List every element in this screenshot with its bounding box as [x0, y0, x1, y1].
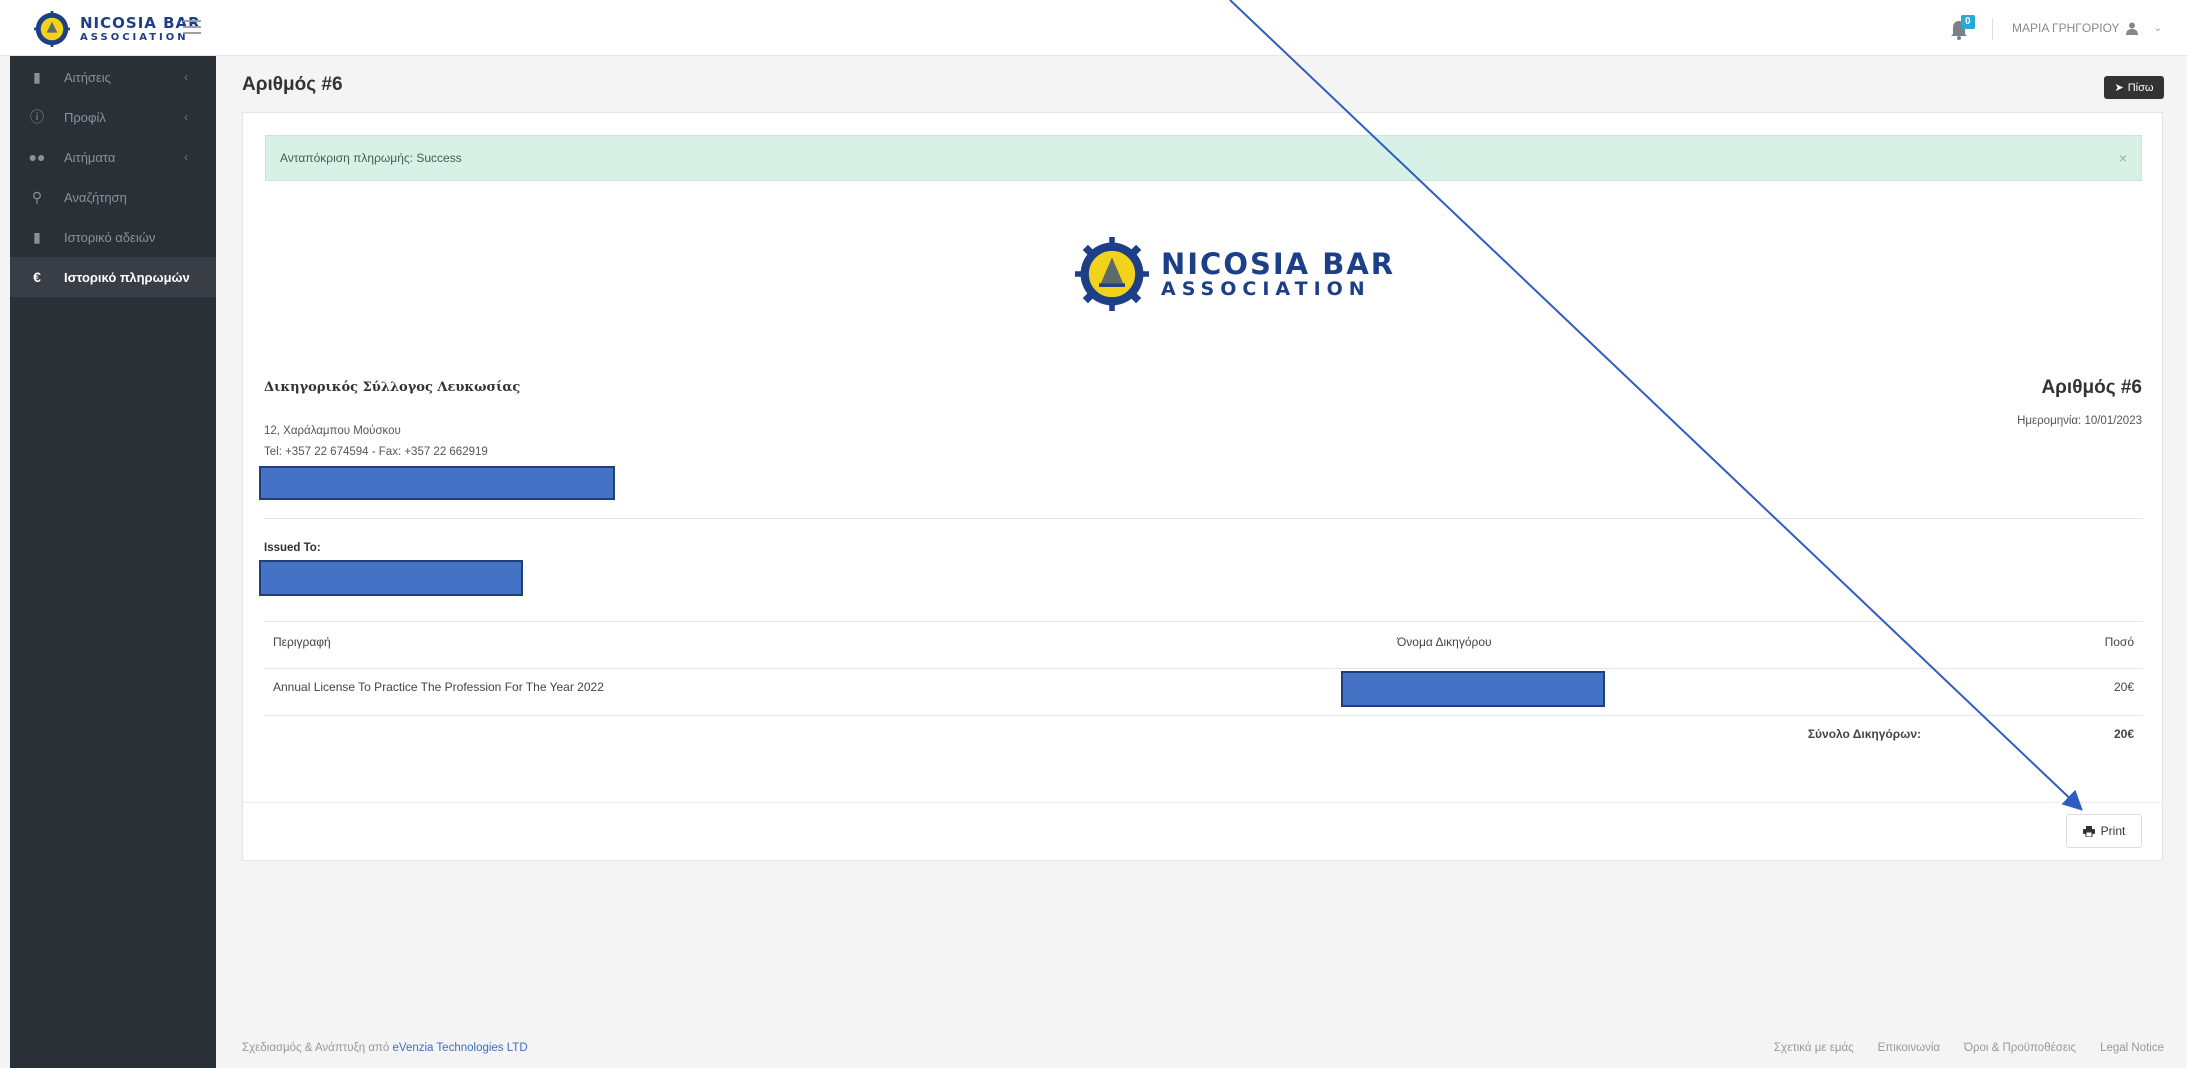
sidebar-item-label: Αναζήτηση	[64, 189, 127, 205]
bar-association-seal-icon	[34, 11, 70, 47]
logo-title-line2: ASSOCIATION	[1161, 277, 1371, 300]
credit-prefix: Σχεδιασμός & Ανάπτυξη από	[242, 1042, 390, 1054]
divider	[264, 518, 2143, 519]
column-header-amount: Ποσό	[2104, 635, 2134, 649]
menu-toggle-icon[interactable]	[183, 20, 201, 34]
sidebar-item-profile[interactable]: ⓘ Προφίλ ‹	[10, 97, 216, 137]
sidebar-item-requests[interactable]: ●● Αιτήματα ‹	[10, 137, 216, 177]
user-menu[interactable]: ΜΑΡΙΑ ΓΡΗΓΟΡΙΟΥ ⌄	[2012, 21, 2162, 35]
chevron-down-icon: ⌄	[2153, 22, 2162, 34]
sidebar-item-label: Ιστορικό πληρωμών	[64, 269, 190, 285]
contact-line: Tel: +357 22 674594 - Fax: +357 22 66291…	[264, 446, 488, 458]
document-icon: ▮	[33, 228, 41, 245]
top-navbar: NICOSIA BAR ASSOCIATION 0 ΜΑΡΙΑ ΓΡΗΓΟΡΙΟ…	[0, 0, 2187, 56]
total-value: 20€	[2113, 727, 2134, 741]
back-button[interactable]: ➤ Πίσω	[2104, 76, 2164, 99]
bar-association-seal-icon	[1075, 237, 1149, 311]
issued-to-label: Issued To:	[264, 542, 321, 554]
table-header: Περιγραφή Όνομα Δικηγόρου Ποσό	[264, 635, 2143, 659]
chevron-left-icon: ‹	[184, 150, 188, 164]
invoice-date: Ημερομηνία: 10/01/2023	[2017, 415, 2142, 427]
invoice-logo: NICOSIA BAR ASSOCIATION	[1075, 237, 1395, 311]
brand-name-line2: ASSOCIATION	[80, 31, 189, 43]
footer-link-legal-notice[interactable]: Legal Notice	[2100, 1042, 2164, 1054]
page-footer: Σχεδιασμός & Ανάπτυξη από eVenzia Techno…	[216, 1028, 2187, 1068]
arrow-circle-left-icon: ➤	[2114, 82, 2124, 94]
credit-link[interactable]: eVenzia Technologies LTD	[393, 1042, 528, 1054]
brand-logo[interactable]: NICOSIA BAR ASSOCIATION	[34, 11, 201, 47]
redacted-block	[1341, 671, 1605, 707]
sidebar-item-label: Ιστορικό αδειών	[64, 229, 156, 245]
printer-icon	[2082, 825, 2095, 837]
alert-text: Ανταπόκριση πληρωμής: Success	[280, 151, 462, 165]
divider	[264, 668, 2143, 669]
organization-address: 12, Χαράλαμπου Μούσκου Tel: +357 22 6745…	[264, 421, 488, 463]
table-row: Annual License To Practice The Professio…	[264, 680, 2143, 704]
euro-icon: €	[33, 269, 41, 285]
chevron-left-icon: ‹	[184, 70, 188, 84]
invoice-card: Ανταπόκριση πληρωμής: Success × NICOSIA …	[242, 112, 2163, 861]
chevron-left-icon: ‹	[184, 110, 188, 124]
divider	[264, 715, 2143, 716]
footer-credit: Σχεδιασμός & Ανάπτυξη από eVenzia Techno…	[242, 1042, 528, 1054]
footer-link-contact[interactable]: Επικοινωνία	[1878, 1042, 1940, 1054]
sidebar-item-payment-history[interactable]: € Ιστορικό πληρωμών	[10, 257, 216, 297]
invoice-number: Αριθμός #6	[2041, 377, 2142, 398]
logo-title-line1: NICOSIA BAR	[1161, 246, 1396, 281]
info-icon: ⓘ	[30, 109, 44, 125]
sidebar: ▮ Αιτήσεις ‹ ⓘ Προφίλ ‹ ●● Αιτήματα ‹ ⚲ …	[10, 56, 216, 1068]
footer-links: Σχετικά με εμάς Επικοινωνία Όροι & Προϋπ…	[1774, 1042, 2164, 1054]
sidebar-item-search[interactable]: ⚲ Αναζήτηση	[10, 177, 216, 217]
footer-link-about[interactable]: Σχετικά με εμάς	[1774, 1042, 1854, 1054]
users-icon: ●●	[28, 149, 46, 165]
user-name: ΜΑΡΙΑ ΓΡΗΓΟΡΙΟΥ	[2012, 21, 2120, 35]
divider	[264, 621, 2143, 622]
redacted-block	[259, 560, 523, 596]
card-footer-divider	[243, 802, 2162, 803]
column-header-lawyer: Όνομα Δικηγόρου	[1397, 635, 1492, 649]
page-title: Αριθμός #6	[242, 74, 343, 95]
navbar-divider	[1992, 18, 1993, 40]
address-line: 12, Χαράλαμπου Μούσκου	[264, 425, 401, 437]
notification-count-badge: 0	[1961, 15, 1975, 29]
row-description: Annual License To Practice The Professio…	[273, 680, 604, 694]
payment-response-alert: Ανταπόκριση πληρωμής: Success ×	[265, 135, 2142, 181]
search-icon: ⚲	[31, 188, 43, 205]
back-button-label: Πίσω	[2127, 81, 2154, 94]
total-label: Σύνολο Δικηγόρων:	[1807, 727, 1921, 741]
table-total-row: Σύνολο Δικηγόρων: 20€	[264, 727, 2143, 751]
print-button[interactable]: Print	[2066, 814, 2142, 848]
sidebar-item-label: Αιτήσεις	[64, 69, 111, 85]
sidebar-item-label: Αιτήματα	[64, 149, 116, 165]
sidebar-item-applications[interactable]: ▮ Αιτήσεις ‹	[10, 57, 216, 97]
row-amount: 20€	[2113, 680, 2134, 694]
organization-name: Δικηγορικός Σύλλογος Λευκωσίας	[264, 380, 521, 395]
close-icon[interactable]: ×	[2119, 150, 2127, 166]
file-icon: ▮	[33, 68, 41, 85]
redacted-block	[259, 466, 615, 500]
sidebar-item-license-history[interactable]: ▮ Ιστορικό αδειών	[10, 217, 216, 257]
column-header-description: Περιγραφή	[273, 635, 331, 649]
user-icon	[2125, 22, 2138, 35]
footer-link-terms[interactable]: Όροι & Προϋποθέσεις	[1964, 1042, 2076, 1054]
left-edge-strip	[0, 56, 10, 1068]
print-button-label: Print	[2100, 824, 2126, 838]
sidebar-item-label: Προφίλ	[64, 109, 106, 125]
